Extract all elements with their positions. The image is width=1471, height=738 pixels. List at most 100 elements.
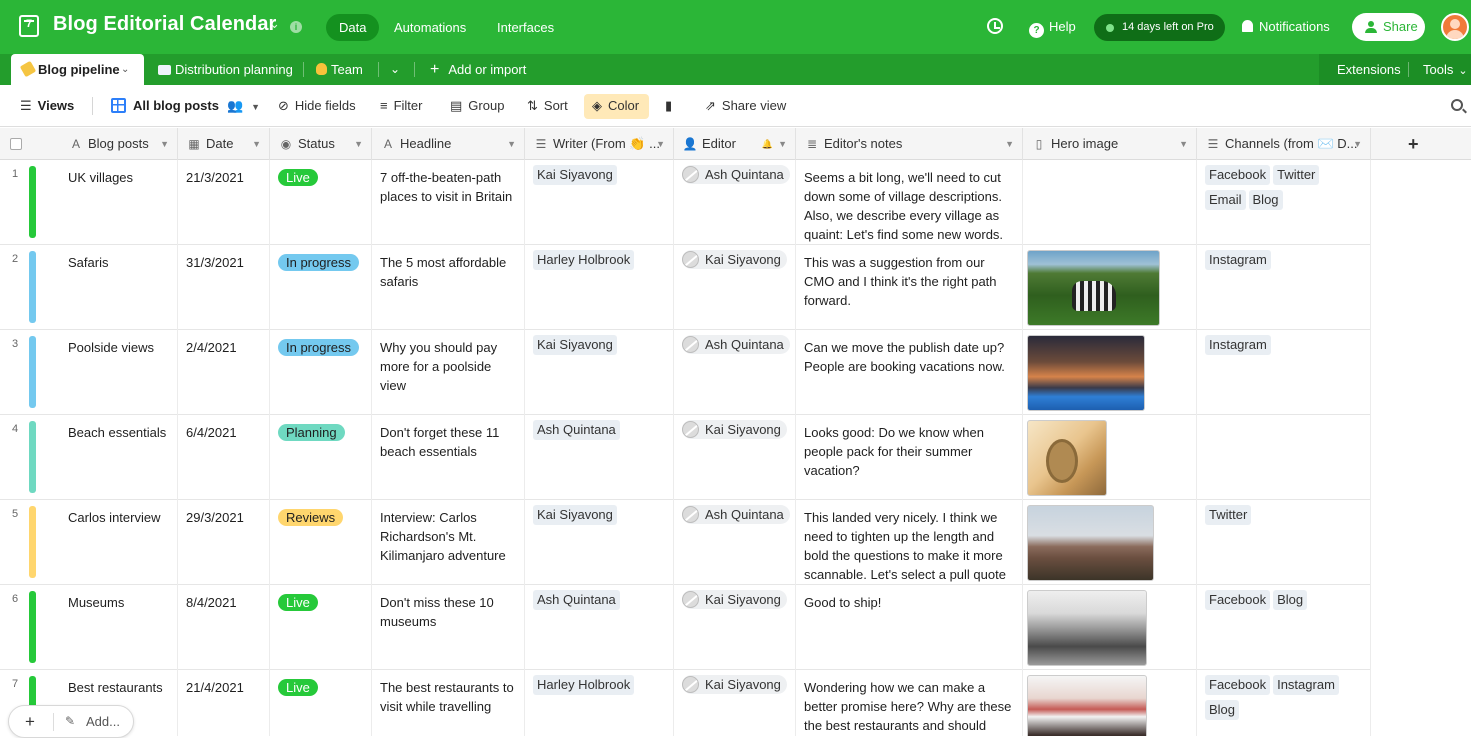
cell-status[interactable]: Planning (270, 415, 372, 500)
cell-blog-post[interactable]: UK villages (60, 160, 178, 245)
cell-headline[interactable]: The best restaurants to visit while trav… (372, 670, 525, 736)
cell-date[interactable]: 21/4/2021 (178, 670, 270, 736)
select-all-checkbox[interactable] (10, 138, 22, 150)
chevron-down-icon[interactable]: ▼ (507, 128, 516, 160)
chevron-down-icon[interactable]: ▼ (1179, 128, 1188, 160)
cell-headline[interactable]: Why you should pay more for a poolside v… (372, 330, 525, 415)
group-button[interactable]: ▤ Group (450, 98, 504, 114)
cell-status[interactable]: Live (270, 160, 372, 245)
cell-date[interactable]: 6/4/2021 (178, 415, 270, 500)
cell-status[interactable]: Live (270, 585, 372, 670)
tab-distribution-planning[interactable]: Distribution planning (158, 54, 293, 85)
tab-interfaces[interactable]: Interfaces (484, 14, 567, 41)
hero-image-thumbnail[interactable] (1027, 675, 1147, 736)
cell-editor[interactable]: Kai Siyavong (674, 245, 796, 330)
hero-image-thumbnail[interactable] (1027, 420, 1107, 496)
column-header-writer[interactable]: ☰ Writer (From 👏 ... ▼ (525, 128, 674, 160)
cell-editor[interactable]: Kai Siyavong (674, 670, 796, 736)
cell-blog-post[interactable]: Beach essentials (60, 415, 178, 500)
row-height-button[interactable]: ▮ (665, 98, 678, 114)
cell-channels[interactable]: Facebook Blog (1197, 585, 1371, 670)
user-avatar[interactable] (1441, 13, 1469, 41)
column-header-editor[interactable]: 👤 Editor 🔔 ▼ (674, 128, 796, 160)
view-switcher[interactable]: All blog posts 👥 ▼ (111, 98, 260, 114)
hero-image-thumbnail[interactable] (1027, 590, 1147, 666)
table-row[interactable]: 1 UK villages 21/3/2021 Live 7 off-the-beate… (0, 160, 1371, 245)
sort-button[interactable]: ⇅ Sort (527, 98, 568, 114)
cell-headline[interactable]: Interview: Carlos Richardson's Mt. Kilim… (372, 500, 525, 585)
help-button[interactable]: ? Help (1029, 19, 1076, 38)
chevron-down-icon[interactable]: ⌄ (269, 16, 280, 32)
chevron-down-icon[interactable]: ▼ (252, 128, 261, 160)
cell-blog-post[interactable]: Poolside views (60, 330, 178, 415)
add-field-icon[interactable]: + (1408, 128, 1419, 160)
cell-headline[interactable]: Don't forget these 11 beach essentials (372, 415, 525, 500)
hide-fields-button[interactable]: ⊘ Hide fields (278, 98, 356, 114)
cell-hero-image[interactable] (1023, 245, 1197, 330)
cell-hero-image[interactable] (1023, 160, 1197, 245)
cell-editor[interactable]: Kai Siyavong (674, 585, 796, 670)
trial-badge[interactable]: 14 days left on Pro (1094, 14, 1225, 41)
hero-image-thumbnail[interactable] (1027, 505, 1154, 581)
more-tables-chevron-icon[interactable]: ⌄ (390, 54, 400, 85)
cell-blog-post[interactable]: Carlos interview (60, 500, 178, 585)
column-header-status[interactable]: ◉ Status ▼ (270, 128, 372, 160)
cell-headline[interactable]: Don't miss these 10 museums (372, 585, 525, 670)
column-header-headline[interactable]: A Headline ▼ (372, 128, 525, 160)
cell-status[interactable]: In progress (270, 245, 372, 330)
column-header-hero-image[interactable]: ▯ Hero image ▼ (1023, 128, 1197, 160)
search-icon[interactable] (1451, 99, 1463, 111)
chevron-down-icon[interactable]: ▼ (160, 128, 169, 160)
cell-headline[interactable]: The 5 most affordable safaris (372, 245, 525, 330)
cell-hero-image[interactable] (1023, 330, 1197, 415)
cell-writer[interactable]: Harley Holbrook (525, 670, 674, 736)
cell-editors-notes[interactable]: Seems a bit long, we'll need to cut down… (796, 160, 1023, 245)
chevron-down-icon[interactable]: ▼ (1005, 128, 1014, 160)
cell-date[interactable]: 21/3/2021 (178, 160, 270, 245)
calendar-icon[interactable]: 7 (19, 15, 39, 37)
cell-editors-notes[interactable]: Looks good: Do we know when people pack … (796, 415, 1023, 500)
cell-blog-post[interactable]: Museums (60, 585, 178, 670)
extensions-button[interactable]: Extensions (1337, 54, 1401, 85)
table-row[interactable]: 4 Beach essentials 6/4/2021 Planning Don't f… (0, 415, 1371, 500)
cell-channels[interactable]: Instagram (1197, 330, 1371, 415)
column-header-channels[interactable]: ☰ Channels (from ✉️ D... ▼ (1197, 128, 1371, 160)
column-header-date[interactable]: ▦ Date ▼ (178, 128, 270, 160)
history-icon[interactable] (987, 18, 1003, 34)
chevron-down-icon[interactable]: ▼ (778, 128, 787, 160)
cell-editors-notes[interactable]: This was a suggestion from our CMO and I… (796, 245, 1023, 330)
cell-status[interactable]: Live (270, 670, 372, 736)
cell-editors-notes[interactable]: This landed very nicely. I think we need… (796, 500, 1023, 585)
cell-writer[interactable]: Ash Quintana (525, 585, 674, 670)
views-toggle[interactable]: ☰ Views (20, 98, 74, 114)
cell-writer[interactable]: Kai Siyavong (525, 500, 674, 585)
hero-image-thumbnail[interactable] (1027, 250, 1160, 326)
tab-blog-pipeline[interactable]: Blog pipeline ⌄ (11, 54, 144, 85)
cell-writer[interactable]: Ash Quintana (525, 415, 674, 500)
cell-channels[interactable]: Facebook Twitter Email Blog (1197, 160, 1371, 245)
column-header-blog-posts[interactable]: A Blog posts ▼ (60, 128, 178, 160)
table-row[interactable]: 2 Safaris 31/3/2021 In progress The 5 most a… (0, 245, 1371, 330)
cell-hero-image[interactable] (1023, 585, 1197, 670)
cell-hero-image[interactable] (1023, 415, 1197, 500)
notifications-button[interactable]: Notifications (1242, 19, 1330, 34)
add-or-import-button[interactable]: + Add or import (430, 54, 526, 85)
share-button[interactable]: Share (1352, 13, 1425, 41)
cell-editors-notes[interactable]: Wondering how we can make a better promi… (796, 670, 1023, 736)
cell-hero-image[interactable] (1023, 500, 1197, 585)
cell-editor[interactable]: Ash Quintana (674, 330, 796, 415)
table-row[interactable]: 3 Poolside views 2/4/2021 In progress Why yo… (0, 330, 1371, 415)
cell-editor[interactable]: Kai Siyavong (674, 415, 796, 500)
chevron-down-icon[interactable]: ▼ (354, 128, 363, 160)
cell-date[interactable]: 8/4/2021 (178, 585, 270, 670)
hero-image-thumbnail[interactable] (1027, 335, 1145, 411)
base-title[interactable]: Blog Editorial Calendar (53, 13, 276, 36)
cell-date[interactable]: 2/4/2021 (178, 330, 270, 415)
info-icon[interactable]: i (290, 21, 302, 33)
cell-status[interactable]: In progress (270, 330, 372, 415)
tab-data[interactable]: Data (326, 14, 380, 41)
cell-channels[interactable] (1197, 415, 1371, 500)
cell-headline[interactable]: 7 off-the-beaten-path places to visit in… (372, 160, 525, 245)
cell-writer[interactable]: Harley Holbrook (525, 245, 674, 330)
cell-editor[interactable]: Ash Quintana (674, 500, 796, 585)
